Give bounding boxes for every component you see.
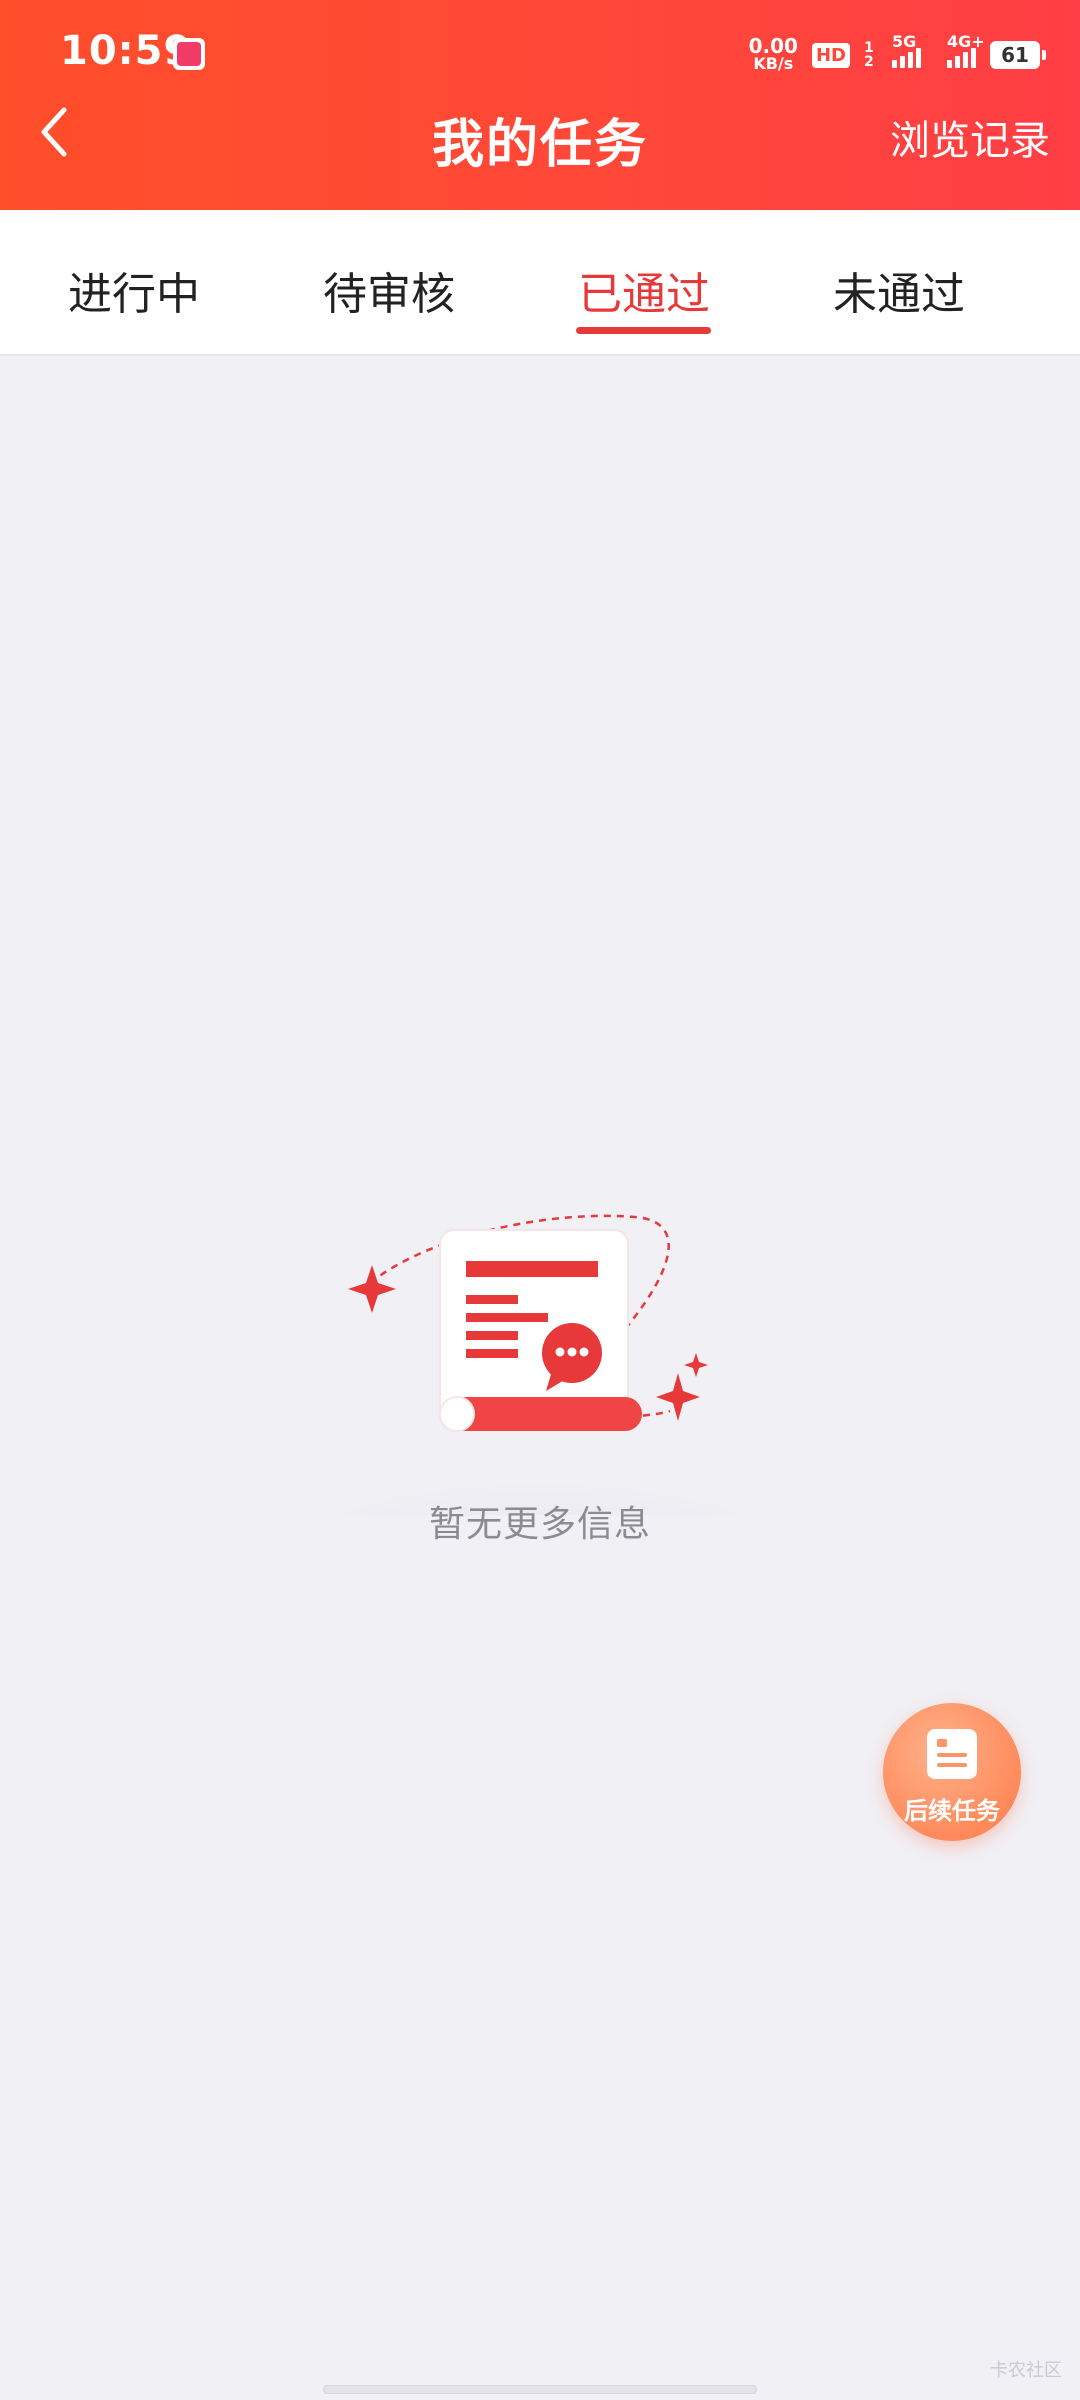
notification-app-icon <box>173 38 205 70</box>
status-icons: 0.00 KB/s HD 1 2 5G 4G+ 61 <box>748 30 1046 80</box>
status-bar: 10:59 0.00 KB/s HD 1 2 5G 4G+ 61 <box>0 0 1080 105</box>
hd-voice-icon: HD <box>811 42 850 68</box>
signal-5g-icon: 5G <box>892 32 921 68</box>
empty-state-illustration <box>300 1195 780 1565</box>
document-chat-illustration <box>310 1214 770 1565</box>
empty-state-message: 暂无更多信息 <box>428 1504 651 1545</box>
document-icon <box>927 1729 977 1779</box>
network-speed-value: 0.00 <box>748 34 798 58</box>
browse-history-link[interactable]: 浏览记录 <box>890 108 1050 166</box>
tab-rejected[interactable]: 未通过 <box>833 258 965 322</box>
home-indicator[interactable] <box>323 2385 757 2394</box>
follow-up-tasks-button[interactable]: 后续任务 <box>883 1703 1021 1841</box>
network-speed: 0.00 KB/s <box>748 34 798 73</box>
signal-4g-label: 4G+ <box>947 32 985 51</box>
tab-pending-review[interactable]: 待审核 <box>323 258 455 322</box>
app-header: 10:59 0.00 KB/s HD 1 2 5G 4G+ 61 我的任务 浏览… <box>0 0 1080 210</box>
tab-in-progress[interactable]: 进行中 <box>68 258 200 322</box>
network-speed-unit: KB/s <box>753 54 794 73</box>
battery-icon: 61 <box>990 41 1046 69</box>
follow-up-tasks-label: 后续任务 <box>904 1797 1000 1825</box>
signal-4g-icon: 4G+ <box>947 32 985 68</box>
watermark-text: 卡农社区 <box>990 2360 1062 2381</box>
active-tab-indicator <box>576 327 711 334</box>
tab-approved[interactable]: 已通过 <box>578 258 710 322</box>
task-tabs: 进行中 待审核 已通过 未通过 <box>0 210 1080 356</box>
signal-5g-label: 5G <box>892 32 917 51</box>
sim-slot-label: 1 2 <box>864 40 874 70</box>
